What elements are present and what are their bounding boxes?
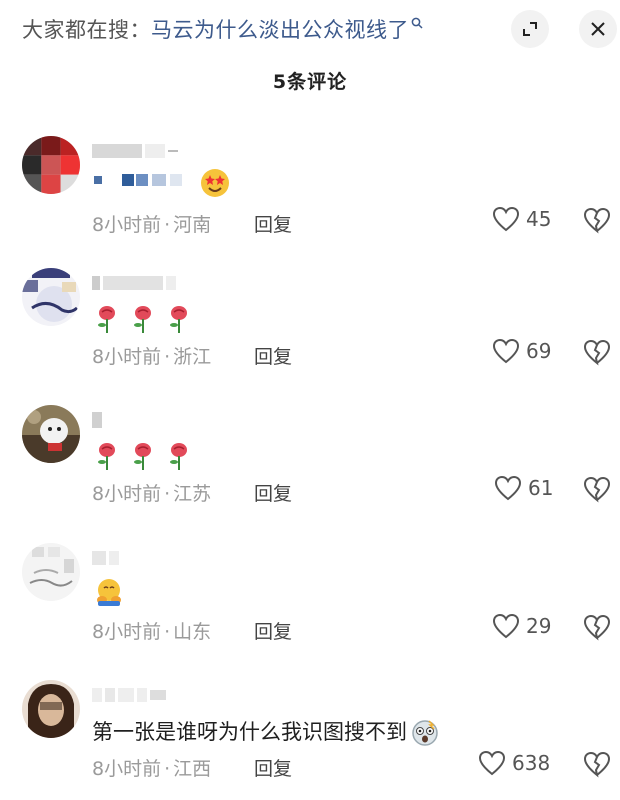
like-count: 69 — [526, 339, 552, 363]
comment-emojis — [94, 577, 124, 607]
reply-button[interactable]: 回复 — [254, 754, 292, 781]
reply-button[interactable]: 回复 — [254, 617, 292, 644]
close-icon — [591, 22, 605, 36]
comment-emojis — [94, 168, 230, 198]
reply-button[interactable]: 回复 — [254, 479, 292, 506]
comment-meta: 8小时前 · 浙江 — [92, 346, 212, 368]
reply-button[interactable]: 回复 — [254, 210, 292, 237]
like-button[interactable]: 45 — [492, 206, 551, 232]
comment-emojis — [94, 441, 192, 471]
comment-meta: 8小时前 · 江苏 — [92, 483, 212, 505]
trending-search-query[interactable]: 马云为什么淡出公众视线了 — [151, 18, 409, 42]
reply-button[interactable]: 回复 — [254, 342, 292, 369]
heart-icon — [478, 750, 506, 776]
avatar[interactable] — [22, 405, 80, 463]
comment-text: 第一张是谁呀为什么我识图搜不到 — [92, 716, 439, 747]
dislike-button[interactable] — [582, 206, 612, 236]
shocked-face-icon — [412, 720, 438, 746]
dislike-button[interactable] — [582, 750, 612, 780]
search-icon — [411, 17, 423, 32]
comment-item: 8小时前 · 河南 回复 45 — [0, 136, 620, 266]
rose-icon — [134, 306, 151, 333]
broken-heart-icon — [583, 339, 611, 366]
comment-emojis — [94, 304, 192, 334]
broken-heart-icon — [583, 476, 611, 503]
username-blurred[interactable] — [92, 409, 105, 431]
hugging-face-icon — [97, 579, 121, 606]
avatar[interactable] — [22, 543, 80, 601]
username-blurred[interactable] — [92, 272, 179, 294]
rose-icon — [170, 443, 187, 470]
comment-meta: 8小时前 · 河南 — [92, 214, 212, 236]
broken-heart-icon — [583, 614, 611, 641]
like-count: 638 — [512, 751, 551, 775]
top-bar: 大家都在搜：马云为什么淡出公众视线了 — [0, 0, 620, 58]
comment-count-title: 5条评论 — [272, 71, 348, 93]
heart-icon — [492, 613, 520, 639]
like-count: 61 — [528, 476, 554, 500]
broken-heart-icon — [583, 207, 611, 234]
like-button[interactable]: 61 — [494, 475, 553, 501]
username-blurred[interactable] — [92, 684, 169, 706]
like-button[interactable]: 29 — [492, 613, 551, 639]
heart-icon — [492, 338, 520, 364]
comment-meta: 8小时前 · 山东 — [92, 621, 212, 643]
blurred-text-block — [94, 174, 182, 186]
username-blurred[interactable] — [92, 140, 181, 162]
dislike-button[interactable] — [582, 338, 612, 368]
close-button[interactable] — [579, 10, 617, 48]
avatar[interactable] — [22, 136, 80, 194]
dislike-button[interactable] — [582, 613, 612, 643]
trending-search-label: 大家都在搜： — [22, 18, 151, 42]
comment-item: 8小时前 · 浙江 回复 69 — [0, 268, 620, 398]
like-count: 45 — [526, 207, 552, 231]
trending-search[interactable]: 大家都在搜：马云为什么淡出公众视线了 — [22, 14, 423, 44]
avatar[interactable] — [22, 680, 80, 738]
like-count: 29 — [526, 614, 552, 638]
avatar[interactable] — [22, 268, 80, 326]
comment-meta: 8小时前 · 江西 — [92, 758, 212, 780]
rose-icon — [170, 306, 187, 333]
broken-heart-icon — [583, 751, 611, 778]
starstruck-face-icon — [201, 169, 229, 197]
comment-item: 第一张是谁呀为什么我识图搜不到 8小时前 · 江西 回复 638 — [0, 680, 620, 800]
comment-item: 8小时前 · 山东 回复 29 — [0, 543, 620, 673]
expand-button[interactable] — [511, 10, 549, 48]
heart-icon — [494, 475, 522, 501]
heart-icon — [492, 206, 520, 232]
dislike-button[interactable] — [582, 475, 612, 505]
username-blurred[interactable] — [92, 547, 122, 569]
rose-icon — [134, 443, 151, 470]
expand-icon — [523, 22, 537, 36]
rose-icon — [98, 443, 115, 470]
comment-item: 8小时前 · 江苏 回复 61 — [0, 405, 620, 535]
rose-icon — [98, 306, 115, 333]
like-button[interactable]: 638 — [478, 750, 550, 776]
like-button[interactable]: 69 — [492, 338, 551, 364]
